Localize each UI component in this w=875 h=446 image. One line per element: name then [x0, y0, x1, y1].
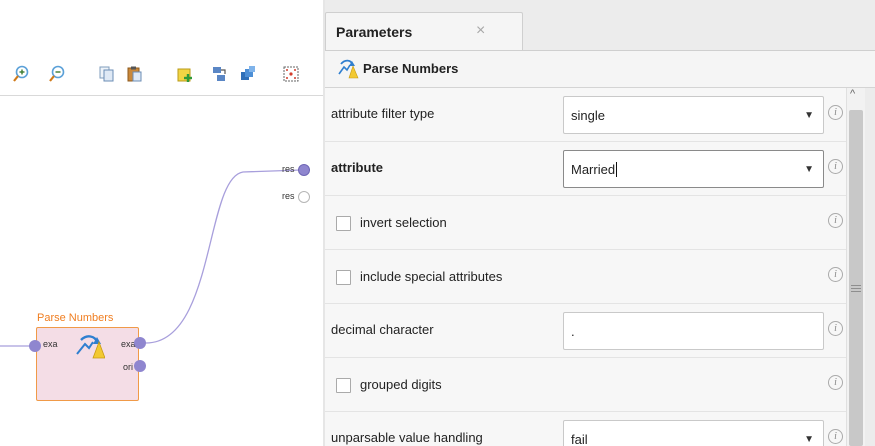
invert-selection-checkbox[interactable] — [336, 216, 351, 231]
operator-output-port-label-2: ori — [123, 362, 134, 372]
parse-numbers-icon — [337, 59, 359, 82]
unparsable-value-handling-dropdown[interactable]: fail ▼ — [563, 420, 824, 446]
auto-wire-icon[interactable] — [210, 64, 230, 84]
arrange-operators-icon[interactable] — [238, 64, 258, 84]
parameters-panel: Parameters × Parse Numbers attribute fil… — [325, 0, 875, 446]
info-icon[interactable]: i — [828, 321, 843, 336]
info-icon[interactable]: i — [828, 213, 843, 228]
close-icon[interactable]: × — [476, 22, 485, 40]
param-label-attribute: attribute — [331, 160, 383, 175]
operator-input-port[interactable] — [29, 340, 41, 352]
decimal-character-value: . — [571, 324, 575, 339]
attribute-value-wrapper: Married — [571, 162, 618, 177]
operator-header-name: Parse Numbers — [363, 61, 459, 76]
result-port-2[interactable] — [298, 191, 310, 203]
param-label-unparsable-value-handling: unparsable value handling — [331, 430, 483, 445]
param-row-attribute: attribute Married ▼ i — [325, 142, 846, 196]
operator-header: Parse Numbers — [325, 50, 875, 88]
copy-icon[interactable] — [96, 64, 116, 84]
vertical-scrollbar[interactable]: ^ — [846, 88, 865, 446]
param-label-decimal-character: decimal character — [331, 322, 434, 337]
info-icon[interactable]: i — [828, 429, 843, 444]
process-toolbar — [0, 52, 323, 96]
info-icon[interactable]: i — [828, 267, 843, 282]
process-canvas[interactable]: res res Parse Numbers exa exa ori — [0, 0, 323, 446]
info-icon[interactable]: i — [828, 375, 843, 390]
result-port-1[interactable] — [298, 164, 310, 176]
grouped-digits-checkbox[interactable] — [336, 378, 351, 393]
tab-parameters-label: Parameters — [336, 24, 413, 40]
operator-title[interactable]: Parse Numbers — [37, 312, 113, 324]
param-row-grouped-digits: grouped digits i — [325, 358, 846, 412]
scrollbar-thumb[interactable] — [849, 110, 863, 446]
include-special-attributes-checkbox[interactable] — [336, 270, 351, 285]
parameter-list: attribute filter type single ▼ i attribu… — [325, 88, 846, 446]
scroll-up-icon[interactable]: ^ — [850, 88, 855, 100]
decimal-character-input[interactable]: . — [563, 312, 824, 350]
include-special-attributes-label[interactable]: include special attributes — [360, 269, 502, 284]
invert-selection-label[interactable]: invert selection — [360, 215, 447, 230]
result-port-label-2: res — [282, 191, 295, 201]
attribute-combobox[interactable]: Married ▼ — [563, 150, 824, 188]
text-caret — [616, 162, 618, 177]
operator-icon — [75, 334, 106, 363]
attribute-filter-type-dropdown[interactable]: single ▼ — [563, 96, 824, 134]
operator-output-port-2[interactable] — [134, 360, 146, 372]
grip-icon — [851, 285, 861, 292]
paste-icon[interactable] — [124, 64, 144, 84]
chevron-down-icon: ▼ — [804, 110, 814, 121]
chevron-down-icon[interactable]: ▼ — [804, 164, 814, 175]
param-label-attribute-filter-type: attribute filter type — [331, 106, 435, 121]
tab-parameters[interactable]: Parameters × — [325, 12, 523, 50]
wire-exa-to-res — [145, 169, 302, 344]
attribute-value: Married — [571, 162, 616, 177]
info-icon[interactable]: i — [828, 159, 843, 174]
param-row-invert-selection: invert selection i — [325, 196, 846, 250]
param-row-include-special-attributes: include special attributes i — [325, 250, 846, 304]
grouped-digits-label[interactable]: grouped digits — [360, 377, 442, 392]
chevron-down-icon: ▼ — [804, 434, 814, 445]
info-icon[interactable]: i — [828, 105, 843, 120]
operator-input-port-label: exa — [43, 339, 58, 349]
param-row-decimal-character: decimal character . i — [325, 304, 846, 358]
zoom-in-icon[interactable] — [11, 64, 31, 84]
param-row-unparsable-value-handling: unparsable value handling fail ▼ i — [325, 412, 846, 446]
unparsable-value-handling-value: fail — [571, 432, 588, 446]
param-row-attribute-filter-type: attribute filter type single ▼ i — [325, 88, 846, 142]
add-building-block-icon[interactable] — [175, 64, 195, 84]
result-port-label-1: res — [282, 164, 295, 174]
attribute-filter-type-value: single — [571, 108, 605, 123]
zoom-out-icon[interactable] — [47, 64, 67, 84]
fit-to-view-icon[interactable] — [281, 64, 301, 84]
operator-output-port-1[interactable] — [134, 337, 146, 349]
